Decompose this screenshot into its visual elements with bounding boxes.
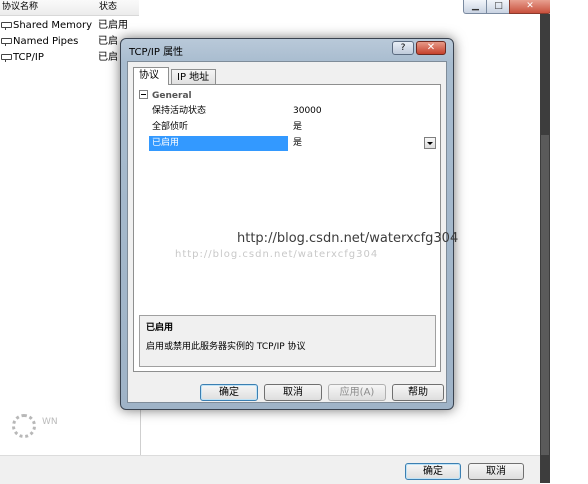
property-name: 保持活动状态 (152, 106, 207, 116)
property-value: 是 (293, 138, 303, 148)
property-name: 已启用 (149, 136, 288, 151)
list-item[interactable]: TCP/IP 已启 (0, 50, 118, 66)
description-text: 启用或禁用此服务器实例的 TCP/IP 协议 (146, 342, 306, 352)
category-label: General (152, 91, 192, 101)
watermark: http://blog.csdn.net/waterxcfg304 (237, 231, 459, 246)
property-row-enabled[interactable]: 已启用 是 (149, 136, 436, 151)
protocol-name: Shared Memory (13, 20, 93, 31)
apply-button[interactable]: 应用(A) (328, 384, 386, 401)
help-icon[interactable]: ? (392, 41, 414, 55)
window-controls: ▁ □ ✕ (463, 0, 551, 14)
tab-panel: General 保持活动状态 30000 全部侦听 是 已启用 是 已启用 启用… (133, 84, 441, 372)
bottom-button-bar: 确定 取消 (0, 455, 540, 484)
desktop-edge (550, 0, 588, 483)
property-row-listen-all[interactable]: 全部侦听 是 (149, 120, 436, 135)
scrollbar-thumb[interactable] (541, 135, 549, 455)
protocol-status: 已启用 (98, 20, 128, 31)
tab-protocol[interactable]: 协议 (133, 67, 169, 85)
close-icon[interactable]: ✕ (416, 41, 446, 55)
faint-label: WN (42, 417, 58, 427)
protocol-name: TCP/IP (13, 52, 44, 63)
property-grid: General 保持活动状态 30000 全部侦听 是 已启用 是 (139, 89, 436, 301)
column-header-name[interactable]: 协议名称 (0, 0, 98, 16)
help-button[interactable]: 帮助 (392, 384, 444, 401)
description-panel: 已启用 启用或禁用此服务器实例的 TCP/IP 协议 (139, 315, 436, 367)
close-button[interactable]: ✕ (509, 0, 551, 14)
protocol-status: 已启 (98, 36, 118, 47)
watermark-ghost: http://blog.csdn.net/waterxcfg304 (175, 249, 379, 260)
property-value[interactable]: 是 (290, 120, 436, 135)
list-item[interactable]: Named Pipes 已启 (0, 34, 118, 50)
property-value[interactable]: 30000 (290, 104, 436, 119)
description-title: 已启用 (146, 323, 174, 333)
protocol-icon (1, 21, 12, 30)
protocol-list (0, 0, 140, 483)
category-general[interactable]: General (139, 89, 192, 103)
cancel-button[interactable]: 取消 (468, 463, 524, 480)
ok-button[interactable]: 确定 (405, 463, 461, 480)
ok-button[interactable]: 确定 (200, 384, 258, 401)
protocol-icon (1, 53, 12, 62)
cancel-button[interactable]: 取消 (264, 384, 322, 401)
collapse-icon[interactable] (139, 90, 148, 99)
protocol-icon (1, 37, 12, 46)
column-header-status[interactable]: 状态 (97, 0, 139, 16)
property-name: 全部侦听 (152, 122, 189, 132)
property-value-select[interactable]: 是 (290, 136, 436, 151)
dropdown-arrow-icon[interactable] (424, 137, 436, 149)
loading-spinner-icon (12, 414, 36, 438)
protocol-status: 已启 (98, 52, 118, 63)
property-row-keepalive[interactable]: 保持活动状态 30000 (149, 104, 436, 119)
dialog-title: TCP/IP 属性 (129, 47, 184, 58)
minimize-button[interactable]: ▁ (463, 0, 488, 14)
tcpip-properties-dialog: TCP/IP 属性 ? ✕ 协议 IP 地址 General 保持活动状态 30… (120, 38, 458, 410)
protocol-name: Named Pipes (13, 36, 79, 47)
list-item[interactable]: Shared Memory 已启用 (0, 18, 128, 34)
tab-ip-addresses[interactable]: IP 地址 (171, 69, 216, 84)
maximize-button[interactable]: □ (486, 0, 511, 14)
